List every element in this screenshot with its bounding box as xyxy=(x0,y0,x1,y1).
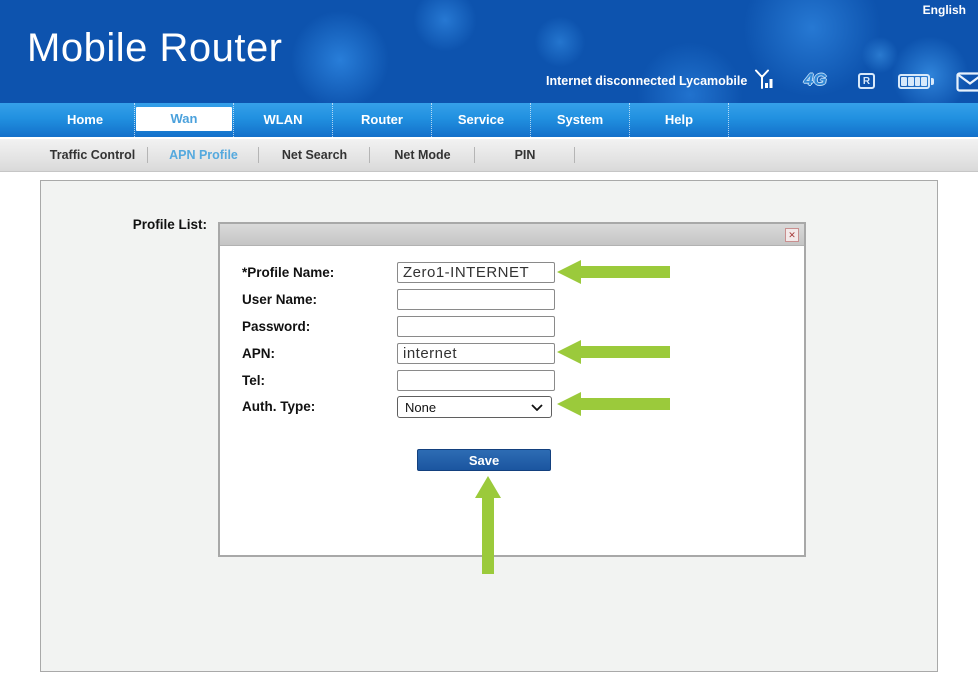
profile-name-label: *Profile Name: xyxy=(242,265,334,280)
profile-name-row: *Profile Name: xyxy=(220,262,804,284)
main-nav: Home Wan WLAN Router Service System Help xyxy=(0,103,978,137)
password-row: Password: xyxy=(220,316,804,338)
internet-status-text: Internet disconnected xyxy=(546,74,676,88)
apn-label: APN: xyxy=(242,346,275,361)
tel-input[interactable] xyxy=(397,370,555,391)
tab-wan[interactable]: Wan xyxy=(135,103,234,137)
subtab-net-search[interactable]: Net Search xyxy=(259,139,370,171)
auth-type-select[interactable]: None xyxy=(397,396,552,418)
profile-name-input[interactable] xyxy=(397,262,555,283)
page-title: Mobile Router xyxy=(27,26,283,71)
password-input[interactable] xyxy=(397,316,555,337)
apn-row: APN: xyxy=(220,343,804,365)
callout-arrow-auth-type xyxy=(557,390,670,418)
user-name-input[interactable] xyxy=(397,289,555,310)
roaming-icon: R xyxy=(858,73,875,89)
apn-input[interactable] xyxy=(397,343,555,364)
auth-type-label: Auth. Type: xyxy=(242,399,315,414)
tab-home[interactable]: Home xyxy=(36,103,135,137)
user-name-row: User Name: xyxy=(220,289,804,311)
tab-help[interactable]: Help xyxy=(630,103,729,137)
callout-arrow-apn xyxy=(557,338,670,366)
subtab-pin[interactable]: PIN xyxy=(475,139,575,171)
dialog-body: *Profile Name: User Name: Password: APN:… xyxy=(220,246,804,555)
signal-antenna-icon xyxy=(751,69,775,93)
apn-profile-dialog: ✕ *Profile Name: User Name: Password: AP… xyxy=(218,222,806,557)
chevron-down-icon xyxy=(531,404,543,411)
battery-icon xyxy=(898,74,930,89)
callout-arrow-profile-name xyxy=(557,258,670,286)
tab-router[interactable]: Router xyxy=(333,103,432,137)
page: { "language_link": "English", "header": … xyxy=(0,0,978,678)
dialog-titlebar: ✕ xyxy=(220,224,804,246)
save-button[interactable]: Save xyxy=(417,449,551,471)
close-icon[interactable]: ✕ xyxy=(785,228,799,242)
subtab-apn-profile[interactable]: APN Profile xyxy=(148,139,259,171)
tab-service[interactable]: Service xyxy=(432,103,531,137)
tab-system[interactable]: System xyxy=(531,103,630,137)
tel-row: Tel: xyxy=(220,370,804,392)
subtab-traffic-control[interactable]: Traffic Control xyxy=(37,139,148,171)
tel-label: Tel: xyxy=(242,373,265,388)
subtab-net-mode[interactable]: Net Mode xyxy=(370,139,475,171)
tab-wlan[interactable]: WLAN xyxy=(234,103,333,137)
sub-nav: Traffic Control APN Profile Net Search N… xyxy=(0,137,978,172)
callout-arrow-save xyxy=(475,476,501,574)
user-name-label: User Name: xyxy=(242,292,317,307)
mail-icon xyxy=(956,72,978,92)
profile-list-label: Profile List: xyxy=(100,217,207,232)
carrier-name-text: Lycamobile xyxy=(679,74,747,88)
auth-type-value: None xyxy=(405,400,436,415)
password-label: Password: xyxy=(242,319,310,334)
header: English Mobile Router Internet disconnec… xyxy=(0,0,978,103)
network-4g-icon: 4G xyxy=(804,70,827,90)
language-link[interactable]: English xyxy=(923,3,966,17)
auth-type-row: Auth. Type: None xyxy=(220,396,804,418)
